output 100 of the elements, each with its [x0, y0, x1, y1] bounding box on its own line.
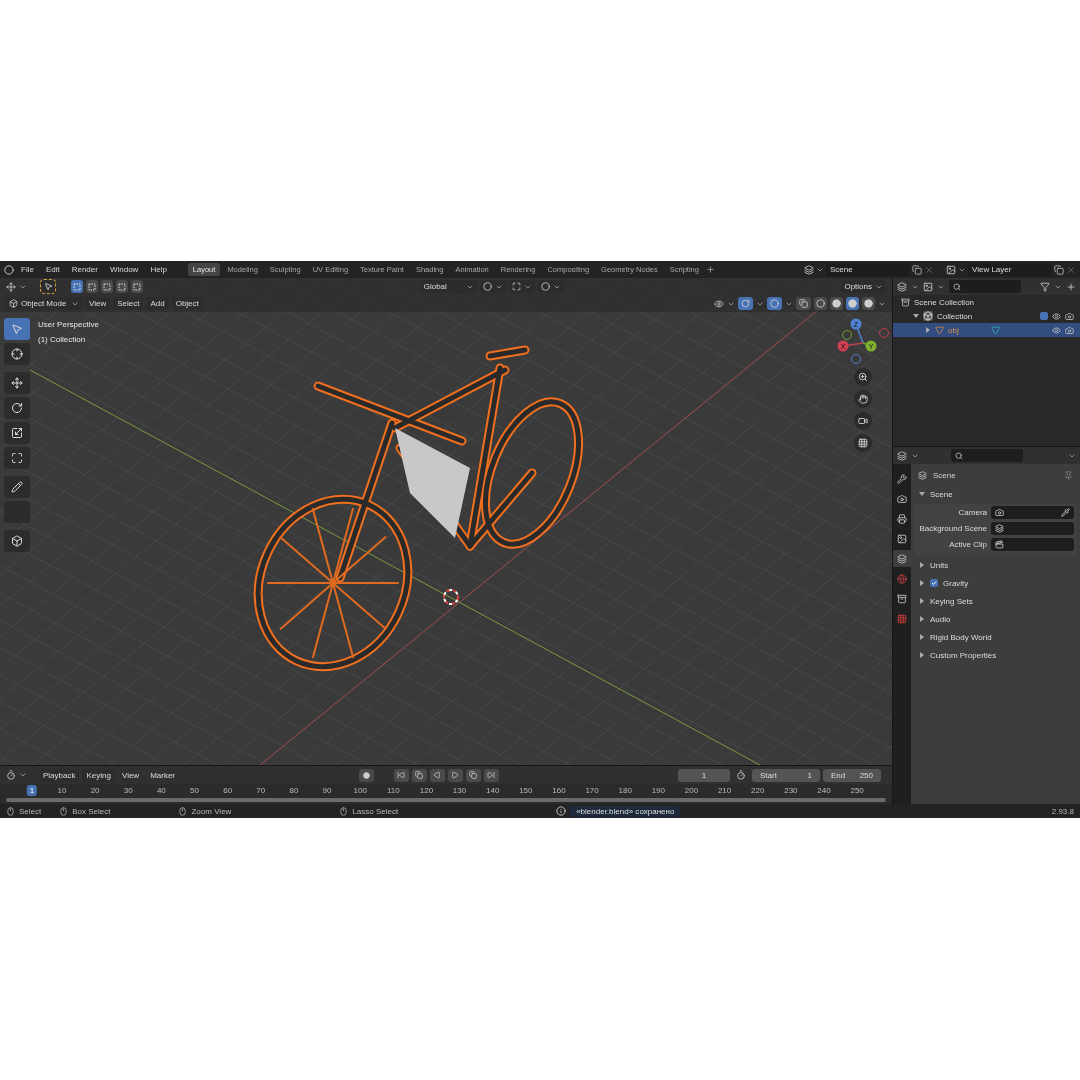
properties-tab[interactable] [893, 550, 911, 567]
record-icon [362, 771, 370, 779]
tool-button[interactable] [41, 280, 55, 293]
snap-dropdown[interactable] [508, 280, 535, 293]
collapsed-triangle-icon[interactable] [919, 580, 925, 586]
shading-button[interactable] [862, 297, 875, 310]
options-dropdown[interactable]: Options [841, 280, 886, 293]
collapsed-triangle-icon[interactable] [925, 327, 931, 333]
menu-item[interactable]: Render [66, 263, 103, 276]
menu-item[interactable]: File [16, 263, 39, 276]
shading-button[interactable] [814, 297, 827, 310]
mode-dropdown[interactable]: Object Mode [6, 297, 82, 310]
select-mode-button[interactable] [116, 280, 128, 293]
tool-button[interactable] [4, 372, 30, 394]
expanded-triangle-icon[interactable] [919, 491, 925, 497]
collapsed-triangle-icon[interactable] [919, 652, 925, 658]
play-icon [451, 771, 459, 779]
play-reverse-button[interactable] [429, 768, 445, 782]
play-button[interactable] [447, 768, 463, 782]
view-layer-field[interactable]: View Layer [968, 263, 1052, 276]
search-field[interactable] [949, 280, 1021, 293]
filter-icon[interactable] [1040, 281, 1050, 292]
menu-item[interactable]: Edit [40, 263, 65, 276]
frame-number: 80 [288, 785, 300, 796]
tool-button[interactable] [4, 397, 30, 419]
view-layer-icon[interactable] [923, 281, 933, 292]
jump-end-button[interactable] [483, 768, 499, 782]
scene-field[interactable]: Scene [826, 263, 910, 276]
timeline-menu[interactable]: View [117, 768, 144, 782]
xray-button[interactable] [796, 297, 811, 310]
scene-icon[interactable] [804, 264, 814, 275]
current-frame-field[interactable]: 1 [678, 768, 730, 782]
proportional-dropdown[interactable] [537, 280, 564, 293]
timeline-scrollbar[interactable] [6, 798, 886, 802]
eye-icon[interactable] [1052, 325, 1061, 335]
end-frame-field[interactable]: End 250 [823, 768, 881, 782]
stopwatch-icon[interactable] [736, 770, 746, 780]
shading-button[interactable] [830, 297, 843, 310]
outliner-row[interactable]: Collection [893, 309, 1080, 323]
header-menu[interactable]: View [85, 297, 111, 310]
jump-start-button[interactable] [393, 768, 409, 782]
next-keyframe-button[interactable] [465, 768, 481, 782]
tool-button[interactable] [4, 343, 30, 365]
timeline-menu[interactable]: Playback [39, 768, 80, 782]
copy-icon[interactable] [1054, 264, 1064, 275]
prev-keyframe-button[interactable] [411, 768, 427, 782]
expanded-triangle-icon[interactable] [913, 313, 919, 319]
info-icon [556, 806, 567, 816]
header-menu[interactable]: Select [113, 297, 144, 310]
status-hint: Zoom View [191, 806, 232, 816]
header-menu[interactable]: Object [171, 297, 203, 310]
overlay-toggle-button[interactable] [767, 297, 782, 310]
record-button[interactable] [358, 768, 374, 782]
select-mode-button[interactable] [71, 280, 83, 293]
frame-number: 70 [255, 785, 267, 796]
eye-icon[interactable] [1052, 311, 1061, 321]
visibility-icon[interactable] [714, 298, 724, 309]
object-field[interactable] [991, 522, 1074, 535]
orientation-dropdown[interactable]: Global [420, 280, 477, 293]
camera-icon[interactable] [1065, 311, 1074, 321]
editor-type-icon[interactable] [6, 770, 16, 780]
app-logo-icon[interactable] [4, 264, 14, 275]
object-field[interactable] [991, 538, 1074, 551]
tool-button[interactable] [4, 530, 30, 552]
exclude-checkbox[interactable] [1040, 312, 1048, 320]
object-field[interactable] [991, 506, 1074, 519]
tool-button[interactable] [4, 422, 30, 444]
select-mode-button[interactable] [101, 280, 113, 293]
collapsed-triangle-icon[interactable] [919, 598, 925, 604]
add-workspace-icon[interactable] [705, 265, 715, 274]
mesh-object-icon [935, 325, 944, 335]
tool-button[interactable] [4, 476, 30, 498]
menu-item[interactable]: Window [104, 263, 144, 276]
outliner-row[interactable]: Scene Collection [893, 295, 1080, 309]
timeline-menu[interactable]: Keying [82, 768, 115, 782]
collapsed-triangle-icon[interactable] [919, 562, 925, 568]
xray-icon [799, 299, 808, 308]
transform-pivot-icon[interactable] [6, 281, 16, 292]
camera-icon[interactable] [1065, 325, 1074, 335]
view-layer-icon[interactable] [946, 264, 956, 275]
checkbox[interactable] [930, 579, 938, 587]
select-mode-button[interactable] [131, 280, 143, 293]
collapsed-triangle-icon[interactable] [919, 616, 925, 622]
eyedropper-icon[interactable] [1061, 508, 1070, 517]
timeline-menu[interactable]: Marker [146, 768, 180, 782]
collapsed-triangle-icon[interactable] [919, 634, 925, 640]
start-frame-field[interactable]: Start 1 [752, 768, 820, 782]
new-collection-icon[interactable] [1066, 281, 1076, 292]
editor-type-icon[interactable] [897, 450, 907, 461]
gizmo-toggle-button[interactable] [738, 297, 753, 310]
field-label: Camera [957, 508, 987, 517]
shading-button[interactable] [846, 297, 859, 310]
tool-button[interactable] [4, 447, 30, 469]
header-menu[interactable]: Add [146, 297, 169, 310]
display-mode-icon[interactable] [897, 281, 907, 292]
search-field[interactable] [951, 449, 1023, 462]
pivot-dropdown[interactable] [479, 280, 506, 293]
copy-icon[interactable] [912, 264, 922, 275]
select-mode-button[interactable] [86, 280, 98, 293]
menu-item[interactable]: Help [145, 263, 172, 276]
